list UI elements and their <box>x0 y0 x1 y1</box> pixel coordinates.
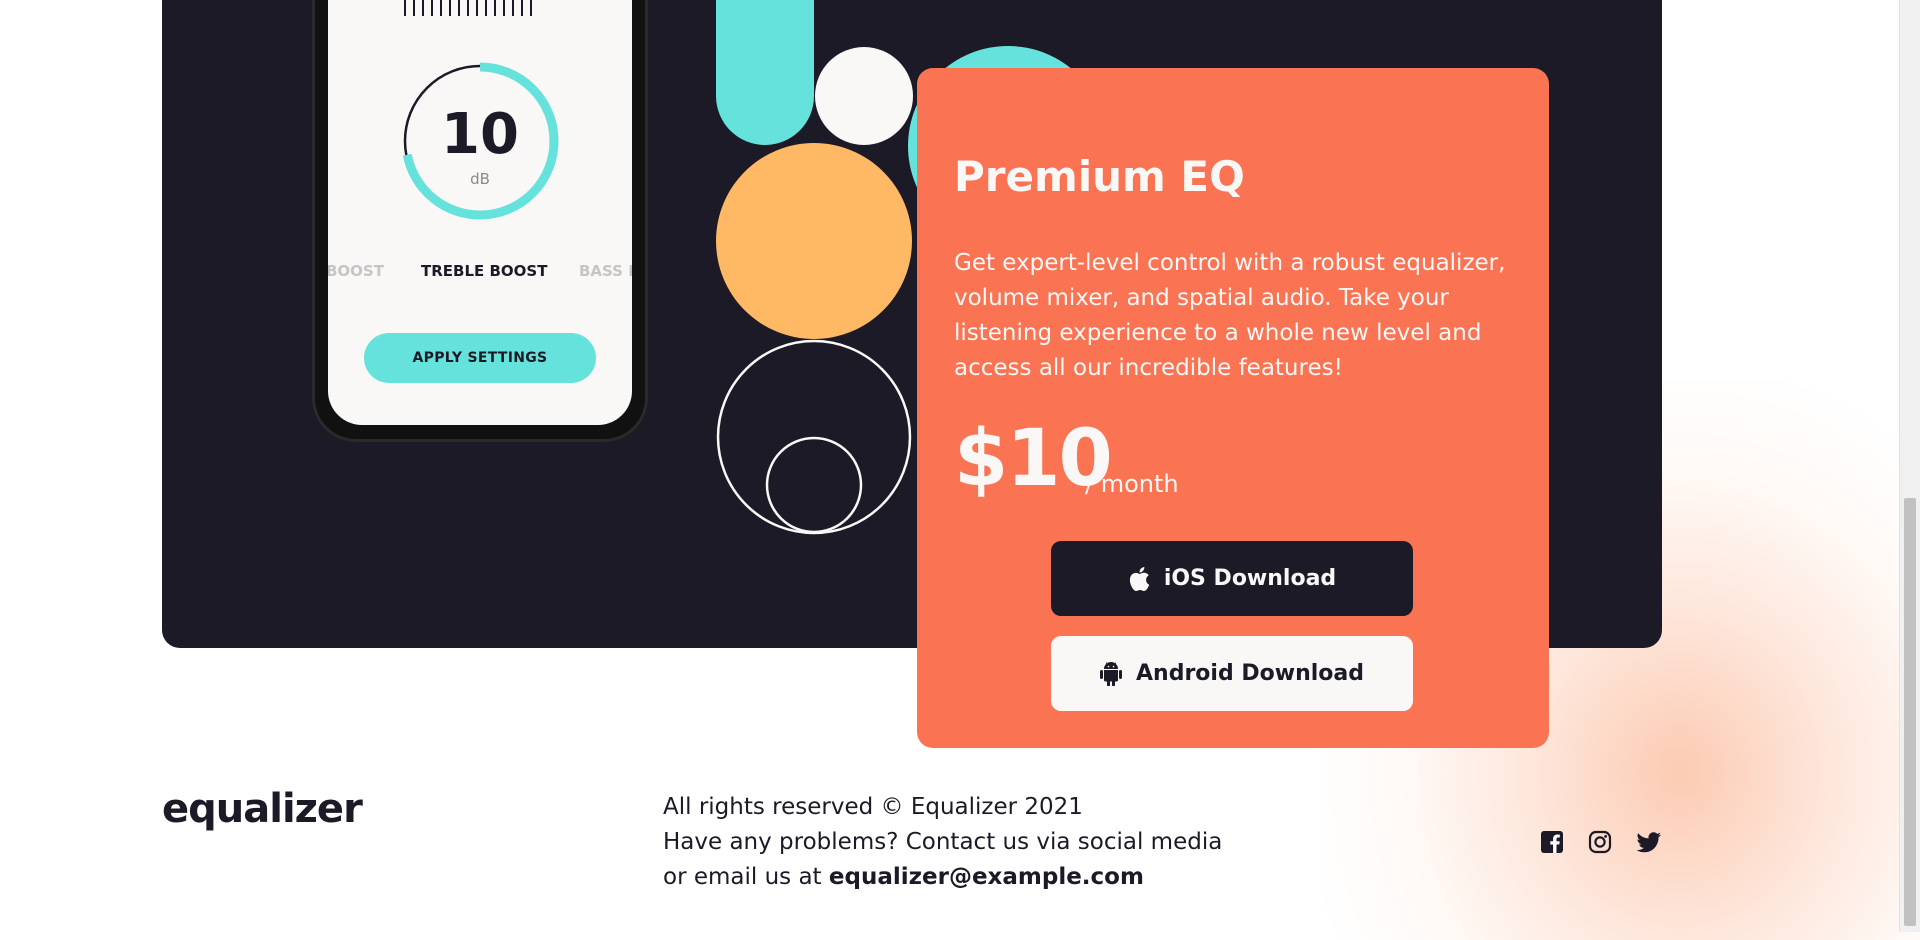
dial-value: 10 <box>441 102 519 167</box>
teal-pill-shape <box>716 0 814 145</box>
ios-download-button[interactable]: iOS Download <box>1051 541 1413 616</box>
card-title: Premium EQ <box>954 152 1245 201</box>
phone-screen: 10 dB BOOST TREBLE BOOST BASS B APPLY SE… <box>328 0 632 425</box>
dial-unit: dB <box>470 170 490 188</box>
orange-circle-shape <box>716 143 912 339</box>
pricing-card: Premium EQ Get expert-level control with… <box>917 68 1549 748</box>
facebook-icon[interactable] <box>1540 830 1564 854</box>
apply-settings-button[interactable]: APPLY SETTINGS <box>364 333 596 383</box>
volume-ticks <box>404 0 532 16</box>
footer-email-link[interactable]: equalizer@example.com <box>829 864 1144 890</box>
android-download-label: Android Download <box>1136 661 1364 686</box>
footer-email-prefix: or email us at <box>663 864 822 890</box>
twitter-icon[interactable] <box>1636 830 1661 854</box>
mode-option-boost[interactable]: BOOST <box>328 262 384 280</box>
mode-option-bass-boost[interactable]: BASS B <box>579 262 632 280</box>
footer-email-line: or email us at equalizer@example.com <box>663 860 1222 895</box>
footer-contact: Have any problems? Contact us via social… <box>663 829 1223 855</box>
footer-text: All rights reserved © Equalizer 2021 Hav… <box>663 790 1222 895</box>
android-icon <box>1100 661 1123 686</box>
mode-option-treble-boost[interactable]: TREBLE BOOST <box>421 262 547 280</box>
apple-icon <box>1129 566 1150 591</box>
footer-logo[interactable]: equalizer <box>162 786 363 832</box>
android-download-button[interactable]: Android Download <box>1051 636 1413 711</box>
outline-circle-small-shape <box>765 436 863 534</box>
social-links <box>1540 830 1661 854</box>
instagram-icon[interactable] <box>1588 830 1612 854</box>
scrollbar-thumb[interactable] <box>1904 498 1916 926</box>
ios-download-label: iOS Download <box>1163 566 1337 591</box>
price-period: / month <box>1085 470 1179 498</box>
footer-rights: All rights reserved © Equalizer 2021 <box>663 794 1083 820</box>
card-description: Get expert-level control with a robust e… <box>954 250 1506 381</box>
page-scrollbar[interactable] <box>1899 0 1920 932</box>
cream-circle-shape <box>815 47 913 145</box>
